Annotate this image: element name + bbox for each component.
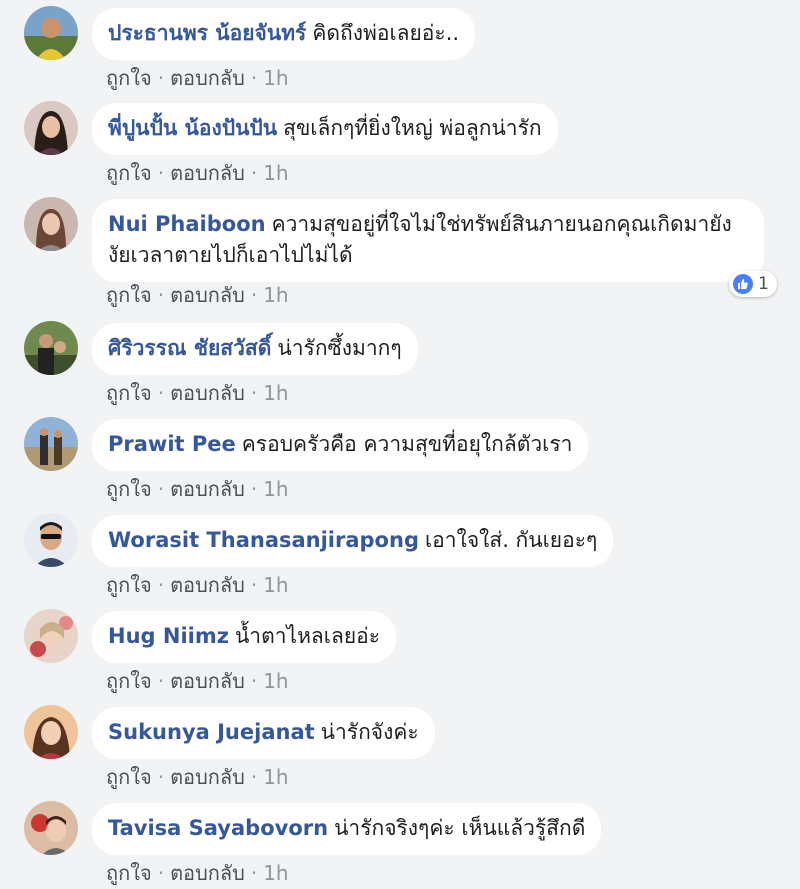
timestamp[interactable]: 1h — [263, 765, 288, 789]
separator: · — [157, 161, 165, 185]
commenter-name[interactable]: ศิริวรรณ ชัยสวัสดิ์ — [108, 336, 271, 360]
timestamp[interactable]: 1h — [263, 161, 288, 185]
separator: · — [250, 381, 258, 405]
like-link[interactable]: ถูกใจ — [106, 381, 152, 405]
like-link[interactable]: ถูกใจ — [106, 669, 152, 693]
reaction-number: 1 — [758, 274, 769, 294]
reply-link[interactable]: ตอบกลับ — [170, 765, 245, 789]
comment-actions: ถูกใจ · ตอบกลับ · 1h — [106, 473, 289, 505]
like-link[interactable]: ถูกใจ — [106, 66, 152, 90]
like-link[interactable]: ถูกใจ — [106, 161, 152, 185]
comment-bubble: Worasit Thanasanjirapong เอาใจใส่. กันเยอ… — [92, 515, 614, 567]
reply-link[interactable]: ตอบกลับ — [170, 861, 245, 885]
comment-bubble: พี่ปูนปั้น น้องปันปัน สุขเล็กๆที่ยิ่งใหญ่… — [92, 103, 558, 155]
comment-text: ครอบครัวคือ ความสุขที่อยุใกล้ตัวเรา — [241, 432, 573, 456]
separator: · — [250, 669, 258, 693]
separator: · — [250, 573, 258, 597]
comment-actions: ถูกใจ · ตอบกลับ · 1h — [106, 569, 289, 601]
comment-actions: ถูกใจ · ตอบกลับ · 1h — [106, 377, 289, 409]
separator: · — [250, 283, 258, 307]
avatar[interactable] — [24, 197, 78, 251]
comment-bubble: Tavisa Sayabovorn น่ารักจริงๆค่ะ เห็นแล้ว… — [92, 803, 602, 855]
comment-actions: ถูกใจ · ตอบกลับ · 1h — [106, 857, 289, 889]
like-link[interactable]: ถูกใจ — [106, 765, 152, 789]
comment-text: น่ารักซึ้งมากๆ — [277, 336, 402, 360]
comment-actions: ถูกใจ · ตอบกลับ · 1h — [106, 761, 289, 793]
comment-actions: ถูกใจ · ตอบกลับ · 1h — [106, 665, 289, 697]
separator: · — [157, 477, 165, 501]
timestamp[interactable]: 1h — [263, 381, 288, 405]
commenter-name[interactable]: ประธานพร น้อยจันทร์ — [108, 21, 306, 45]
comment-actions: ถูกใจ · ตอบกลับ · 1h — [106, 279, 289, 311]
comment-text: สุขเล็กๆที่ยิ่งใหญ่ พ่อลูกน่ารัก — [283, 116, 542, 140]
separator: · — [157, 66, 165, 90]
reply-link[interactable]: ตอบกลับ — [170, 283, 245, 307]
comment-text: น่ารักจังค่ะ — [320, 720, 419, 744]
comment-actions: ถูกใจ · ตอบกลับ · 1h — [106, 157, 289, 189]
separator: · — [250, 477, 258, 501]
timestamp[interactable]: 1h — [263, 669, 288, 693]
reply-link[interactable]: ตอบกลับ — [170, 381, 245, 405]
commenter-name[interactable]: พี่ปูนปั้น น้องปันปัน — [108, 116, 277, 140]
separator: · — [250, 861, 258, 885]
comment-text: คิดถึงพ่อเลยอ่ะ.. — [312, 21, 460, 45]
separator: · — [157, 381, 165, 405]
avatar[interactable] — [24, 6, 78, 60]
timestamp[interactable]: 1h — [263, 66, 288, 90]
separator: · — [157, 283, 165, 307]
comment-bubble: Prawit Pee ครอบครัวคือ ความสุขที่อยุใกล้ต… — [92, 419, 589, 471]
comment-text: น่ารักจริงๆค่ะ เห็นแล้วรู้สึกดี — [334, 816, 586, 840]
comment-text: น้ำตาไหลเลยอ่ะ — [234, 624, 381, 648]
separator: · — [250, 765, 258, 789]
thumbs-up-icon — [733, 274, 753, 294]
avatar[interactable] — [24, 705, 78, 759]
commenter-name[interactable]: Prawit Pee — [108, 432, 236, 456]
like-link[interactable]: ถูกใจ — [106, 573, 152, 597]
commenter-name[interactable]: Nui Phaiboon — [108, 212, 266, 236]
avatar[interactable] — [24, 321, 78, 375]
separator: · — [157, 573, 165, 597]
timestamp[interactable]: 1h — [263, 861, 288, 885]
timestamp[interactable]: 1h — [263, 573, 288, 597]
separator: · — [250, 161, 258, 185]
like-link[interactable]: ถูกใจ — [106, 283, 152, 307]
comment-bubble: ศิริวรรณ ชัยสวัสดิ์ น่ารักซึ้งมากๆ — [92, 323, 418, 375]
commenter-name[interactable]: Worasit Thanasanjirapong — [108, 528, 419, 552]
commenter-name[interactable]: Tavisa Sayabovorn — [108, 816, 328, 840]
reply-link[interactable]: ตอบกลับ — [170, 669, 245, 693]
reply-link[interactable]: ตอบกลับ — [170, 161, 245, 185]
comment-bubble: Sukunya Juejanat น่ารักจังค่ะ — [92, 707, 435, 759]
avatar[interactable] — [24, 513, 78, 567]
reaction-count[interactable]: 1 — [729, 271, 777, 297]
comment-bubble: Hug Niimz น้ำตาไหลเลยอ่ะ — [92, 611, 397, 663]
like-link[interactable]: ถูกใจ — [106, 477, 152, 501]
reply-link[interactable]: ตอบกลับ — [170, 477, 245, 501]
timestamp[interactable]: 1h — [263, 283, 288, 307]
commenter-name[interactable]: Hug Niimz — [108, 624, 229, 648]
commenter-name[interactable]: Sukunya Juejanat — [108, 720, 315, 744]
comment-text: เอาใจใส่. กันเยอะๆ — [424, 528, 598, 552]
separator: · — [157, 765, 165, 789]
comment-actions: ถูกใจ · ตอบกลับ · 1h — [106, 62, 289, 94]
timestamp[interactable]: 1h — [263, 477, 288, 501]
comment-bubble: Nui Phaiboon ความสุขอยู่ที่ใจไม่ใช่ทรัพย์… — [92, 199, 764, 282]
avatar[interactable] — [24, 417, 78, 471]
separator: · — [157, 861, 165, 885]
reply-link[interactable]: ตอบกลับ — [170, 573, 245, 597]
comment-bubble: ประธานพร น้อยจันทร์ คิดถึงพ่อเลยอ่ะ.. — [92, 8, 476, 60]
separator: · — [250, 66, 258, 90]
avatar[interactable] — [24, 801, 78, 855]
reply-link[interactable]: ตอบกลับ — [170, 66, 245, 90]
like-link[interactable]: ถูกใจ — [106, 861, 152, 885]
avatar[interactable] — [24, 101, 78, 155]
separator: · — [157, 669, 165, 693]
avatar[interactable] — [24, 609, 78, 663]
